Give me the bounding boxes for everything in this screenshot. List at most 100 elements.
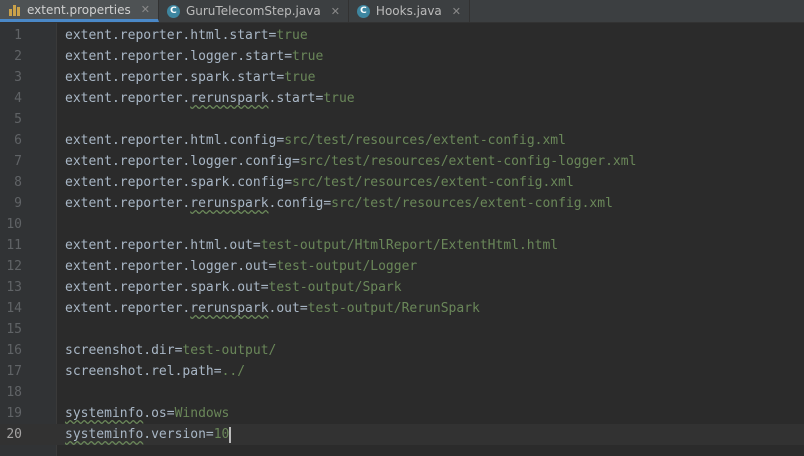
property-value: test-output/Spark [268, 280, 402, 295]
tab-gurutelecomstep-java[interactable]: C GuruTelecomStep.java ✕ [159, 0, 349, 22]
line-number: 7 [14, 154, 22, 169]
property-value: true [284, 70, 316, 85]
property-key: systeminfo.os [65, 406, 167, 421]
property-text: systeminfo.version=10 [65, 426, 232, 443]
property-value: Windows [174, 406, 230, 421]
code-editor[interactable]: 1 extent.reporter.html.start=true 2 extent.… [0, 23, 804, 456]
property-key: extent.reporter.html.out [65, 238, 253, 253]
property-value: true [292, 49, 324, 64]
property-value: 10 [213, 427, 230, 442]
property-text: extent.reporter.html.start=true [65, 28, 308, 43]
code-line[interactable]: 12 extent.reporter.logger.out=test-output… [0, 256, 804, 277]
code-line[interactable]: 19 systeminfo.os=Windows [0, 403, 804, 424]
code-line[interactable]: 17 screenshot.rel.path=../ [0, 361, 804, 382]
property-value: true [276, 28, 308, 43]
property-key: screenshot.dir [65, 343, 175, 358]
line-number: 11 [6, 238, 22, 253]
property-text: extent.reporter.logger.out=test-output/L… [65, 259, 418, 274]
code-line[interactable]: 18 [0, 382, 804, 403]
java-class-icon: C [166, 4, 180, 18]
code-line[interactable]: 5 [0, 109, 804, 130]
line-number: 13 [6, 280, 22, 295]
property-text: extent.reporter.spark.start=true [65, 70, 316, 85]
code-line[interactable]: 4 extent.reporter.rerunspark.start=true [0, 88, 804, 109]
line-number: 2 [14, 49, 22, 64]
line-number: 14 [6, 301, 22, 316]
line-number: 3 [14, 70, 22, 85]
tab-extent-properties[interactable]: extent.properties ✕ [0, 0, 159, 22]
property-text: extent.reporter.html.out=test-output/Htm… [65, 238, 559, 253]
property-text: extent.reporter.spark.out=test-output/Sp… [65, 280, 402, 295]
property-text: screenshot.rel.path=../ [65, 364, 246, 379]
property-value: true [323, 91, 355, 106]
properties-file-icon [8, 3, 21, 16]
java-class-icon: C [356, 4, 370, 18]
line-number: 1 [14, 28, 22, 43]
code-line[interactable]: 1 extent.reporter.html.start=true [0, 25, 804, 46]
property-key: screenshot.rel.path [65, 364, 214, 379]
property-value: src/test/resources/extent-config.xml [331, 196, 613, 211]
property-key: extent.reporter.spark.start [65, 70, 277, 85]
property-key: extent.reporter.logger.start [65, 49, 285, 64]
property-key: extent.reporter.spark.config [65, 175, 285, 190]
property-key: extent.reporter.rerunspark.config [65, 196, 324, 211]
code-line[interactable]: 13 extent.reporter.spark.out=test-output/… [0, 277, 804, 298]
property-value: test-output/Logger [276, 259, 418, 274]
line-number: 9 [14, 196, 22, 211]
line-number: 17 [6, 364, 22, 379]
property-text: extent.reporter.logger.start=true [65, 49, 324, 64]
code-line[interactable]: 14 extent.reporter.rerunspark.out=test-ou… [0, 298, 804, 319]
code-line[interactable]: 16 screenshot.dir=test-output/ [0, 340, 804, 361]
tab-label: GuruTelecomStep.java [185, 4, 321, 18]
editor-tab-bar: extent.properties ✕ C GuruTelecomStep.ja… [0, 0, 804, 23]
line-number: 4 [14, 91, 22, 106]
code-line[interactable]: 9 extent.reporter.rerunspark.config=src/t… [0, 193, 804, 214]
property-text: extent.reporter.rerunspark.out=test-outp… [65, 301, 480, 316]
tab-label: Hooks.java [375, 4, 442, 18]
line-number: 18 [6, 385, 22, 400]
close-icon[interactable]: ✕ [452, 5, 461, 18]
property-value: test-output/ [182, 343, 277, 358]
code-line[interactable]: 6 extent.reporter.html.config=src/test/re… [0, 130, 804, 151]
close-icon[interactable]: ✕ [331, 5, 340, 18]
line-number: 19 [6, 406, 22, 421]
code-line[interactable]: 8 extent.reporter.spark.config=src/test/r… [0, 172, 804, 193]
property-value: src/test/resources/extent-config.xml [284, 133, 566, 148]
property-value: test-output/RerunSpark [307, 301, 480, 316]
line-number: 6 [14, 133, 22, 148]
property-value: ../ [221, 364, 246, 379]
code-line[interactable]: 3 extent.reporter.spark.start=true [0, 67, 804, 88]
line-number: 12 [6, 259, 22, 274]
line-number: 5 [14, 112, 22, 127]
property-text: extent.reporter.logger.config=src/test/r… [65, 154, 637, 169]
property-key: extent.reporter.html.start [65, 28, 269, 43]
code-line[interactable]: 7 extent.reporter.logger.config=src/test/… [0, 151, 804, 172]
line-number: 8 [14, 175, 22, 190]
code-line[interactable]: 11 extent.reporter.html.out=test-output/H… [0, 235, 804, 256]
property-text: extent.reporter.spark.config=src/test/re… [65, 175, 574, 190]
property-text: systeminfo.os=Windows [65, 406, 230, 421]
property-value: test-output/HtmlReport/ExtentHtml.html [260, 238, 559, 253]
property-value: src/test/resources/extent-config-logger.… [299, 154, 637, 169]
code-line[interactable]: 2 extent.reporter.logger.start=true [0, 46, 804, 67]
code-line[interactable]: 20 systeminfo.version=10 [0, 424, 804, 445]
property-key: extent.reporter.spark.out [65, 280, 261, 295]
line-number: 15 [6, 322, 22, 337]
line-number: 20 [6, 427, 22, 442]
close-icon[interactable]: ✕ [141, 3, 150, 16]
property-text: extent.reporter.rerunspark.start=true [65, 91, 355, 106]
property-key: extent.reporter.logger.config [65, 154, 293, 169]
code-line[interactable]: 15 [0, 319, 804, 340]
property-text: screenshot.dir=test-output/ [65, 343, 277, 358]
property-key: extent.reporter.rerunspark.out [65, 301, 300, 316]
tab-label: extent.properties [27, 2, 131, 17]
line-number: 10 [6, 217, 22, 232]
text-caret [229, 426, 232, 443]
property-text: extent.reporter.html.config=src/test/res… [65, 133, 566, 148]
tab-hooks-java[interactable]: C Hooks.java ✕ [349, 0, 471, 22]
property-key: extent.reporter.rerunspark.start [65, 91, 316, 106]
property-key: systeminfo.version [65, 427, 206, 442]
line-number: 16 [6, 343, 22, 358]
property-value: src/test/resources/extent-config.xml [292, 175, 574, 190]
code-line[interactable]: 10 [0, 214, 804, 235]
